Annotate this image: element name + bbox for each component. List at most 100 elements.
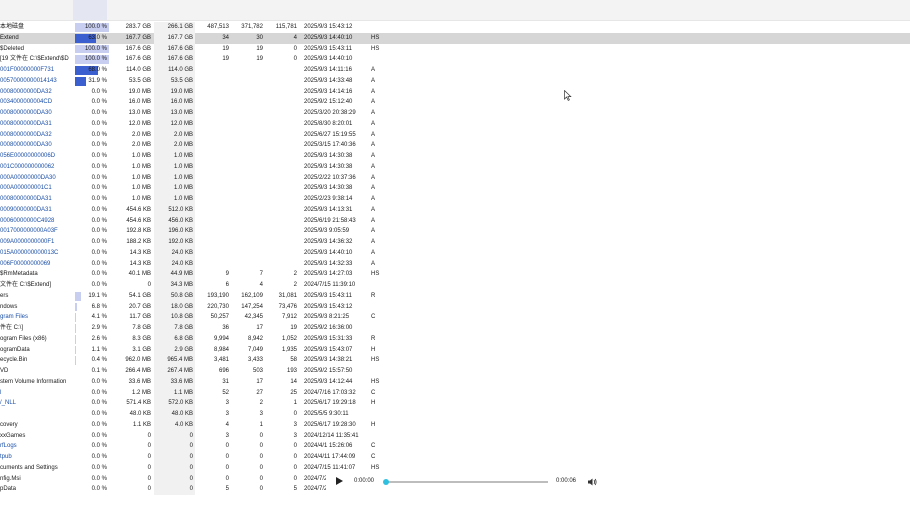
folders-cell: 193 — [286, 368, 297, 374]
attributes-cell: A — [371, 185, 376, 192]
items-cell: 0 — [225, 443, 229, 450]
name-cell: 056E00000000006D — [0, 153, 56, 159]
table-row[interactable]: Extend 63.0 % 167.7 GB 167.7 GB 34 30 4 2025/9/… — [0, 32, 910, 44]
table-row[interactable]: ndows 6.8 % 20.7 GB 18.0 GB 220,730 147,254 73… — [0, 301, 910, 313]
items-cell: 9,994 — [213, 335, 229, 342]
table-row[interactable]: ogramData 1.1 % 3.1 GB 2.9 GB 8,984 7,049 1,93… — [0, 344, 910, 356]
attributes-cell: R — [371, 292, 376, 299]
table-row[interactable]: xxGames 0.0 % 0 0 3 0 3 2024/12/14 11:35:41 — [0, 430, 910, 442]
table-row[interactable]: 0034000000004CD 0.0 % 16.0 MB 16.0 MB 2025/9… — [0, 97, 910, 108]
items-cell — [197, 87, 229, 98]
table-row[interactable]: 001F00000000F731 68.0 % 114.0 GB 114.0 GB 20… — [0, 65, 910, 76]
allocated-cell: 34.3 MB — [154, 280, 195, 291]
percent-cell: 0.0 % — [75, 409, 109, 420]
table-row[interactable]: 009A0000000000F1 0.0 % 188.2 KB 192.0 KB 202… — [0, 237, 910, 248]
folders-cell — [266, 119, 297, 130]
table-row[interactable]: VD 0.1 % 266.4 MB 267.4 MB 696 503 193 2025/9/2… — [0, 366, 910, 377]
table-row[interactable]: 00080000000DA32 0.0 % 19.0 MB 19.0 MB 2025/9… — [0, 86, 910, 98]
folders-cell — [266, 173, 297, 184]
percent-cell: 68.0 % — [75, 65, 109, 76]
percent-text: 0.0 % — [91, 196, 107, 202]
name-cell: 015A000000000013C — [0, 249, 59, 256]
table-row[interactable]: 00080000000DA31 0.0 % 12.0 MB 12.0 MB 2025/8… — [0, 118, 910, 130]
table-row[interactable]: 006F00000000069 0.0 % 14.3 KB 24.0 KB 2025/9… — [0, 258, 910, 270]
table-row[interactable]: 文件在 C:\$Extend] 0.0 % 0 34.3 MB 6 4 2 2024/7/15… — [0, 280, 910, 291]
files-cell: 3,433 — [247, 357, 263, 364]
percent-text: 0.0 % — [91, 120, 107, 127]
table-row[interactable]: 0017000000000A03F 0.0 % 192.8 KB 196.0 KB 20… — [0, 226, 910, 237]
table-row[interactable]: 0.0 % 48.0 KB 48.0 KB 3 3 0 2025/5/5 9:30:11 — [0, 409, 910, 420]
table-row[interactable]: $Deleted 100.0 % 167.6 GB 167.6 GB 19 19 0 2025… — [0, 43, 910, 55]
table-row[interactable]: l 0.0 % 1.2 MB 1.1 MB 52 27 25 2024/7/16 17:03:… — [0, 387, 910, 399]
files-cell: 0 — [259, 443, 263, 450]
table-row[interactable]: 000A00000000DA30 0.0 % 1.0 MB 1.0 MB 2025/2/… — [0, 172, 910, 184]
size-cell: 0 — [147, 464, 151, 471]
modified-cell: 2025/9/2 15:12:40 — [304, 99, 353, 106]
table-row[interactable]: 00570000000014143 31.9 % 53.5 GB 53.5 GB 202… — [0, 75, 910, 87]
allocated-cell: 1.0 MB — [154, 172, 195, 184]
table-row[interactable]: [19 文件在 C:\$Extend\$D 100.0 % 167.6 GB 167.… — [0, 54, 910, 65]
modified-cell: 2025/9/3 15:31:33 — [304, 335, 353, 342]
modified-cell: 2025/2/22 10:37:36 — [304, 174, 356, 181]
folders-cell — [266, 151, 297, 162]
name-cell: ers — [0, 292, 9, 299]
size-cell: 188.2 KB — [126, 239, 151, 245]
attributes-cell: A — [371, 110, 376, 116]
items-cell — [197, 248, 229, 259]
table-row[interactable]: covery 0.0 % 1.1 KB 4.0 KB 4 1 3 2025/6/17 19:2… — [0, 419, 910, 431]
table-row[interactable]: ecycle.Bin 0.4 % 962.0 MB 965.4 MB 3,481 3,43… — [0, 355, 910, 366]
percent-cell: 0.0 % — [75, 377, 109, 388]
table-row[interactable]: 00080000000DA32 0.0 % 2.0 MB 2.0 MB 2025/6/2… — [0, 129, 910, 141]
header-separator — [0, 20, 910, 21]
table-row[interactable]: ogram Files (x86) 2.6 % 8.3 GB 6.8 GB 9,994 8… — [0, 333, 910, 345]
table-row[interactable]: 00060000000C4928 0.0 % 454.6 KB 456.0 KB 202… — [0, 215, 910, 227]
size-cell: 266.4 MB — [125, 368, 151, 374]
seek-slider[interactable] — [383, 479, 548, 485]
folders-cell — [266, 183, 297, 194]
files-cell — [232, 216, 263, 227]
table-row[interactable]: 00080000000DA30 0.0 % 2.0 MB 2.0 MB 2025/3/1… — [0, 140, 910, 151]
volume-icon[interactable] — [587, 477, 597, 487]
table-row[interactable]: 001C000000000062 0.0 % 1.0 MB 1.0 MB 2025/9/… — [0, 161, 910, 173]
allocated-cell: 572.0 KB — [154, 398, 195, 409]
allocated-cell: 24.0 KB — [154, 247, 195, 259]
allocated-cell: 1.0 MB — [154, 151, 195, 162]
table-row[interactable]: 015A000000000013C 0.0 % 14.3 KB 24.0 KB 2025… — [0, 247, 910, 259]
name-cell: rfLogs — [0, 443, 17, 450]
seek-knob[interactable] — [383, 479, 389, 485]
percent-cell: 63.0 % — [75, 33, 109, 44]
table-row[interactable]: 00080000000DA31 0.0 % 1.0 MB 1.0 MB 2025/2/2… — [0, 194, 910, 205]
table-row[interactable]: stem Volume Information 0.0 % 33.6 MB 33.6 … — [0, 376, 910, 388]
percent-cell: 0.0 % — [75, 226, 109, 237]
table-row[interactable]: 00090000000DA31 0.0 % 454.6 KB 512.0 KB 2025… — [0, 204, 910, 216]
table-row[interactable]: $RmMetadata 0.0 % 40.1 MB 44.9 MB 9 7 2 2025/9/… — [0, 269, 910, 280]
table-row[interactable]: gram Files 4.1 % 11.7 GB 10.8 GB 50,257 42,34… — [0, 312, 910, 323]
percent-text: 0.0 % — [91, 153, 107, 159]
files-cell: 147,254 — [241, 303, 263, 310]
name-cell: 0034000000004CD — [0, 99, 53, 106]
table-row[interactable]: rfLogs 0.0 % 0 0 0 0 0 2024/4/1 15:26:06 C — [0, 441, 910, 452]
table-row[interactable]: 本地磁盘 100.0 % 283.7 GB 266.1 GB 487,513 371,78… — [0, 22, 910, 33]
items-cell: 52 — [222, 389, 229, 396]
size-cell: 2.0 MB — [131, 131, 151, 138]
folders-cell — [266, 108, 297, 119]
name-cell: /_NLL — [0, 400, 17, 407]
table-row[interactable]: 00080000000DA30 0.0 % 13.0 MB 13.0 MB 2025/3… — [0, 108, 910, 119]
table-row[interactable]: 件在 C:\] 2.9 % 7.8 GB 7.8 GB 36 17 19 2025/9/2 1… — [0, 323, 910, 334]
percent-text: 100.0 % — [84, 24, 107, 30]
items-cell — [197, 173, 229, 184]
name-cell: 0017000000000A03F — [0, 228, 58, 235]
table-row[interactable]: 056E00000000006D 0.0 % 1.0 MB 1.0 MB 2025/9/… — [0, 151, 910, 162]
name-cell: 00570000000014143 — [0, 77, 57, 84]
play-icon[interactable] — [336, 477, 343, 485]
percent-text: 0.4 % — [91, 357, 107, 364]
items-cell — [197, 108, 229, 119]
table-row[interactable]: tpub 0.0 % 0 0 0 0 0 2024/4/11 17:44:09 C — [0, 452, 910, 463]
folders-cell: 3 — [293, 432, 297, 439]
items-cell: 36 — [222, 325, 229, 331]
attributes-cell — [371, 323, 387, 334]
table-row[interactable]: 000A000000001C1 0.0 % 1.0 MB 1.0 MB 2025/9/3… — [0, 183, 910, 194]
table-row[interactable]: ers 19.1 % 54.1 GB 50.8 GB 193,190 162,109 31,… — [0, 290, 910, 302]
table-row[interactable]: /_NLL 0.0 % 571.4 KB 572.0 KB 3 2 1 2025/6/17 1… — [0, 398, 910, 409]
attributes-cell: A — [371, 142, 376, 149]
